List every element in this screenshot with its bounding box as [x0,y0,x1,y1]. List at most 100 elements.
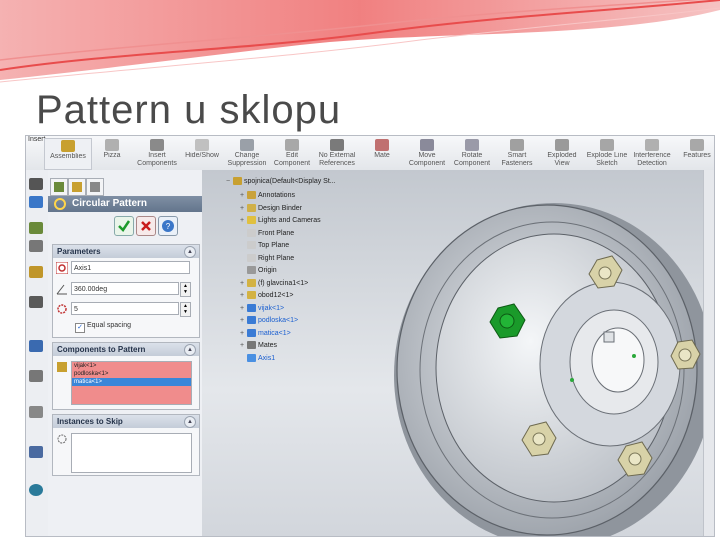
insert-components-icon [150,139,164,151]
tree-node[interactable]: + matica<1> [240,328,291,339]
collapse-icon[interactable]: − [226,176,233,187]
collapse-chevron-icon[interactable]: ▲ [184,416,196,428]
equal-spacing-checkbox[interactable]: ✓ [75,323,85,333]
expand-icon[interactable]: + [240,340,247,351]
toolbar-button-insert-components[interactable]: Insert Components [134,138,180,168]
component-list-item[interactable]: vijak<1> [72,362,191,370]
toolbar-button-features[interactable]: Features [674,138,714,168]
rectangle-icon[interactable] [29,266,43,278]
expand-icon[interactable]: + [240,290,247,301]
features-icon [690,139,704,151]
toolbar-button-label: Rotate Component [453,152,491,167]
arc-icon[interactable] [29,340,43,352]
exploded-view-icon [555,139,569,151]
toolbar-button-interference-detection[interactable]: Interference Detection [629,138,675,168]
parameters-header[interactable]: Parameters ▲ [53,245,199,258]
move-component-icon [420,139,434,151]
toolbar-button-change-suppression[interactable]: Change Suppression [224,138,270,168]
tab-insert[interactable]: Insert [28,136,46,143]
sketch-icon[interactable] [29,178,43,190]
expand-icon[interactable]: + [240,190,247,201]
line-icon[interactable] [29,240,43,252]
hide-show-icon [195,139,209,151]
tree-node[interactable]: + Mates [240,340,277,351]
tree-node[interactable]: Axis1 [240,353,275,364]
equal-spacing-label: Equal spacing [87,322,131,329]
expand-icon[interactable]: + [240,278,247,289]
property-manager-tab[interactable] [68,178,86,196]
toolbar-button-label: No External References [318,152,356,167]
tree-node[interactable]: + obod12<1> [240,290,293,301]
toolbar-button-explode-line-sketch[interactable]: Explode Line Sketch [584,138,630,168]
configuration-manager-tab[interactable] [86,178,104,196]
toolbar-button-edit-component[interactable]: Edit Component [269,138,315,168]
components-header[interactable]: Components to Pattern ▲ [53,343,199,356]
tree-node-icon [247,266,256,275]
toolbar-button-move-component[interactable]: Move Component [404,138,450,168]
toolbar-button-hide-show[interactable]: Hide/Show [179,138,225,168]
toolbar-button-no-external-references[interactable]: No External References [314,138,360,168]
cancel-button[interactable] [136,216,156,236]
smart-dimension-icon[interactable] [29,222,43,234]
change-suppression-icon [240,139,254,151]
svg-text:?: ? [166,222,171,231]
toolbar-button-rotate-component[interactable]: Rotate Component [449,138,495,168]
help-button[interactable]: ? [158,216,178,236]
instances-to-skip-header[interactable]: Instances to Skip ▲ [53,415,199,428]
component-list-item[interactable]: podloska<1> [72,370,191,378]
toolbar-button-assembly[interactable]: Assemblies [44,138,92,170]
feature-manager-tab[interactable] [50,178,68,196]
toolbar-button-label: Mate [374,152,390,159]
ok-button[interactable] [114,216,134,236]
angle-field[interactable]: 360.00deg [71,282,179,295]
assembly-icon [61,140,75,152]
axis-direction-icon[interactable] [56,262,68,274]
trim-icon[interactable] [29,406,43,418]
angle-icon [56,284,67,295]
angle-spinner[interactable]: ▲ ▼ [180,282,191,297]
collapse-chevron-icon[interactable]: ▲ [184,344,196,356]
component-list-item[interactable]: matica<1> [72,378,191,386]
tree-node-icon [247,291,256,300]
tree-node[interactable]: + vijak<1> [240,303,284,314]
components-listbox[interactable]: vijak<1> podloska<1> matica<1> [71,361,192,405]
toolbar-button-smart-fasteners[interactable]: Smart Fasteners [494,138,540,168]
tree-node-icon [247,303,256,312]
toolbar-button-label: Features [683,152,711,159]
offset-icon[interactable] [29,446,43,458]
select-icon[interactable] [29,196,43,208]
instances-to-skip-listbox[interactable] [71,433,192,473]
globe-icon[interactable] [29,484,43,496]
instances-to-skip-section: Instances to Skip ▲ [52,414,200,476]
tree-node[interactable]: + Lights and Cameras [240,215,321,226]
expand-icon[interactable]: + [240,328,247,339]
vertical-scrollbar[interactable] [703,170,714,536]
tree-node[interactable]: Top Plane [240,240,289,251]
expand-icon[interactable]: + [240,215,247,226]
circle-icon[interactable] [29,296,43,308]
feature-tree-icon [54,182,64,192]
toolbar-button-mate[interactable]: Mate [359,138,405,168]
tree-node[interactable]: Origin [240,265,277,276]
axis-field[interactable]: Axis1 [71,261,190,274]
expand-icon[interactable]: + [240,303,247,314]
spline-icon[interactable] [29,370,43,382]
toolbar-button-exploded-view[interactable]: Exploded View [539,138,585,168]
command-manager-toolbar: Insert Assemblies Pizza Insert Components H… [26,136,714,171]
circular-pattern-icon [54,198,66,210]
expand-icon[interactable]: + [240,315,247,326]
instances-field[interactable]: 5 [71,302,179,315]
tree-node[interactable]: + Annotations [240,190,295,201]
tree-node-label: Origin [258,267,277,274]
tree-node[interactable]: Front Plane [240,228,294,239]
tree-root[interactable]: − spojnica(Default<Display St... [226,176,336,187]
tree-node[interactable]: + Design Binder [240,203,302,214]
collapse-chevron-icon[interactable]: ▲ [184,246,196,258]
tree-node[interactable]: + podloska<1> [240,315,298,326]
tree-node[interactable]: + (f) glavcina1<1> [240,278,308,289]
expand-icon[interactable]: + [240,203,247,214]
slide-title: Pattern u sklopu [36,88,342,132]
instances-spinner[interactable]: ▲ ▼ [180,302,191,317]
toolbar-button-pizza[interactable]: Pizza [89,138,135,168]
tree-node[interactable]: Right Plane [240,253,294,264]
